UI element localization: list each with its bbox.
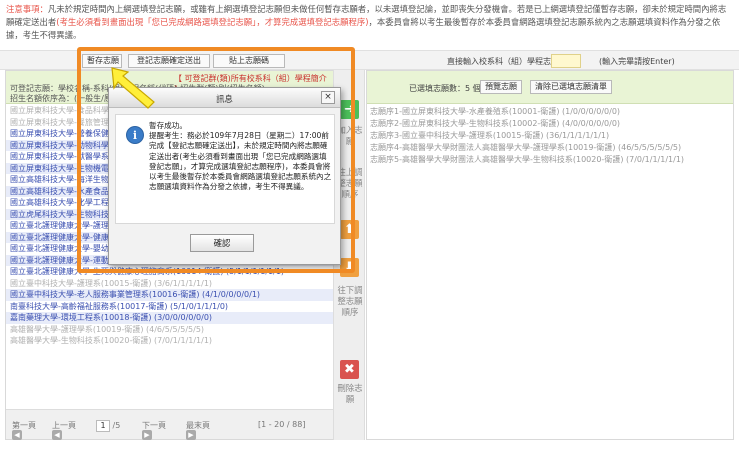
next-page-button[interactable]: ▶ 下一頁	[142, 420, 166, 440]
preview-button[interactable]: 預覽志願	[480, 80, 522, 94]
notice-text-red: (考生必須看到畫面出現「您已完成網路選填登記志願」，才算完成選填登記志願程序)	[56, 17, 369, 27]
notice-label: 注意事項：	[6, 4, 48, 14]
notice-text: 注意事項：凡未於規定時間內上網選填登記志願，或雖有上網選填登記志願但未做任何暫存…	[6, 3, 734, 42]
available-choice-item[interactable]: 高雄醫學大學-護理學系(10019-衛護) (4/6/5/5/5/5/5)	[6, 324, 333, 336]
selected-choice-item[interactable]: 志願序3-國立臺中科技大學-護理系(10015-衛護) (36/1/1/1/1/…	[367, 130, 733, 142]
last-page-button[interactable]: ▶ 最末頁	[186, 420, 210, 440]
available-choice-item[interactable]: 國立臺中科技大學-護理系(10015-衛護) (3/6/1/1/1/1/1)	[6, 278, 333, 290]
selected-choice-item[interactable]: 志願序2-國立屏東科技大學-生物科技系(10002-衛護) (4/0/0/0/0…	[367, 118, 733, 130]
code-input-hint: (輸入完畢請按Enter)	[599, 57, 675, 66]
available-choice-item[interactable]: 南臺科技大學-高齡福祉服務系(10017-衛護) (5/1/0/1/1/1/0)	[6, 301, 333, 313]
selected-choice-item[interactable]: 志願序4-高雄醫學大學財團法人高雄醫學大學-護理學系(10019-衛護) (46…	[367, 142, 733, 154]
selected-choice-item[interactable]: 志願序5-高雄醫學大學財團法人高雄醫學大學-生物科技系(10020-衛護) (7…	[367, 154, 733, 166]
clear-list-button[interactable]: 清除已選填志願清單	[530, 80, 612, 94]
x-icon[interactable]: ✖	[340, 360, 359, 379]
available-choice-item[interactable]: 國立臺中科技大學-老人服務事業管理系(10016-衛護) (4/1/0/0/0/…	[6, 289, 333, 301]
move-down-button[interactable]: 往下調整志願順序	[336, 285, 364, 318]
code-input[interactable]	[551, 54, 581, 68]
selected-choices-list: 志願序1-國立屏東科技大學-水產養殖系(10001-衛護) (1/0/0/0/0…	[367, 106, 733, 166]
prev-page-button[interactable]: ◀ 上一頁	[52, 420, 76, 440]
available-choice-item[interactable]: 嘉南藥理大學-環境工程系(10018-衛護) (3/0/0/0/0/0/0)	[6, 312, 333, 324]
available-choice-item[interactable]: 高雄醫學大學-生物科技系(10020-衛護) (7/0/1/1/1/1/1)	[6, 335, 333, 347]
page-number-input[interactable]: 1 /5	[96, 420, 120, 432]
selected-choices-header: 已選填志願數：5 個 預覽志願 清除已選填志願清單	[367, 71, 733, 104]
pager: ◀ 第一頁 ◀ 上一頁 1 /5 ▶ 下一頁 ▶ 最末頁 [1 - 20 / 8…	[6, 409, 333, 440]
first-page-button[interactable]: ◀ 第一頁	[12, 420, 36, 440]
pointer-arrow-icon	[111, 67, 155, 109]
delete-choice-button[interactable]: 刪除志願	[336, 383, 364, 405]
selected-count: 已選填志願數：5 個	[409, 84, 481, 93]
page-range: [1 - 20 / 88]	[258, 420, 306, 429]
selected-choices-panel: 已選填志願數：5 個 預覽志願 清除已選填志願清單 志願序1-國立屏東科技大學-…	[366, 70, 734, 440]
selected-choice-item[interactable]: 志願序1-國立屏東科技大學-水產養殖系(10001-衛護) (1/0/0/0/0…	[367, 106, 733, 118]
